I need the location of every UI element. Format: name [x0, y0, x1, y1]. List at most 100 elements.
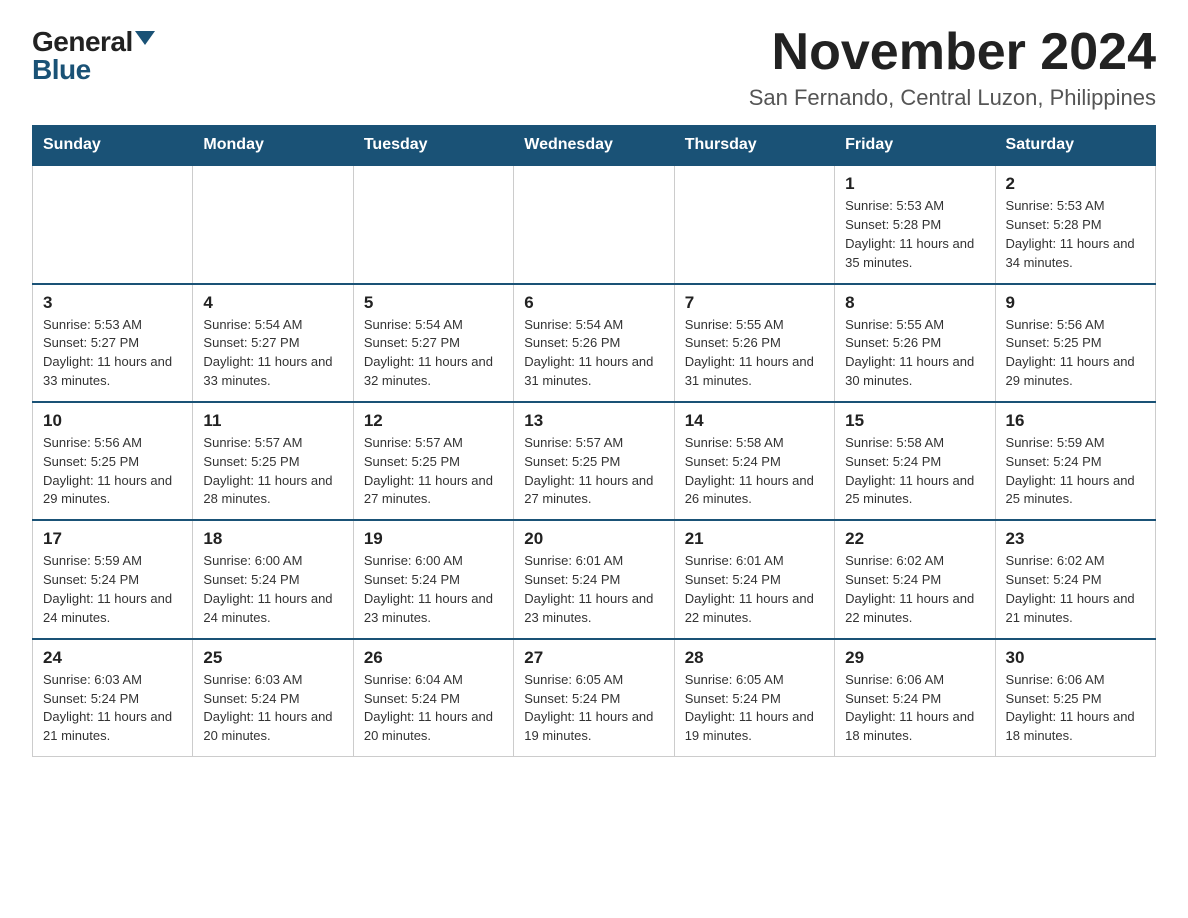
calendar-header-row: SundayMondayTuesdayWednesdayThursdayFrid…	[33, 126, 1156, 166]
calendar-header-sunday: Sunday	[33, 126, 193, 166]
day-info: Sunrise: 6:06 AM Sunset: 5:24 PM Dayligh…	[845, 671, 984, 746]
day-number: 24	[43, 648, 182, 668]
calendar-cell: 4 Sunrise: 5:54 AM Sunset: 5:27 PM Daylig…	[193, 284, 353, 402]
calendar-header-monday: Monday	[193, 126, 353, 166]
day-info: Sunrise: 6:01 AM Sunset: 5:24 PM Dayligh…	[685, 552, 824, 627]
calendar-cell: 30Sunrise: 6:06 AM Sunset: 5:25 PM Dayli…	[995, 639, 1155, 757]
calendar-cell: 16 Sunrise: 5:59 AM Sunset: 5:24 PM Dayli…	[995, 402, 1155, 520]
day-info: Sunrise: 6:03 AM Sunset: 5:24 PM Dayligh…	[43, 671, 182, 746]
day-info: Sunrise: 5:58 AM Sunset: 5:24 PM Dayligh…	[685, 434, 824, 509]
day-info: Sunrise: 6:04 AM Sunset: 5:24 PM Dayligh…	[364, 671, 503, 746]
day-info: Sunrise: 5:54 AM Sunset: 5:27 PM Dayligh…	[203, 316, 342, 391]
calendar-cell: 6 Sunrise: 5:54 AM Sunset: 5:26 PM Daylig…	[514, 284, 674, 402]
day-info: Sunrise: 6:05 AM Sunset: 5:24 PM Dayligh…	[524, 671, 663, 746]
day-info: Sunrise: 5:56 AM Sunset: 5:25 PM Dayligh…	[43, 434, 182, 509]
calendar-cell: 11Sunrise: 5:57 AM Sunset: 5:25 PM Dayli…	[193, 402, 353, 520]
calendar-week-row: 3Sunrise: 5:53 AM Sunset: 5:27 PM Daylig…	[33, 284, 1156, 402]
day-number: 5	[364, 293, 503, 313]
day-number: 28	[685, 648, 824, 668]
day-info: Sunrise: 5:56 AM Sunset: 5:25 PM Dayligh…	[1006, 316, 1145, 391]
calendar-cell: 13Sunrise: 5:57 AM Sunset: 5:25 PM Dayli…	[514, 402, 674, 520]
day-number: 29	[845, 648, 984, 668]
day-info: Sunrise: 5:54 AM Sunset: 5:27 PM Dayligh…	[364, 316, 503, 391]
calendar-cell: 9 Sunrise: 5:56 AM Sunset: 5:25 PM Daylig…	[995, 284, 1155, 402]
day-info: Sunrise: 5:59 AM Sunset: 5:24 PM Dayligh…	[43, 552, 182, 627]
month-title: November 2024	[749, 24, 1156, 81]
calendar-cell: 29 Sunrise: 6:06 AM Sunset: 5:24 PM Dayli…	[835, 639, 995, 757]
day-number: 15	[845, 411, 984, 431]
day-number: 30	[1006, 648, 1145, 668]
calendar-cell: 10 Sunrise: 5:56 AM Sunset: 5:25 PM Dayli…	[33, 402, 193, 520]
calendar-header-thursday: Thursday	[674, 126, 834, 166]
calendar-cell: 15 Sunrise: 5:58 AM Sunset: 5:24 PM Dayli…	[835, 402, 995, 520]
calendar-cell: 22Sunrise: 6:02 AM Sunset: 5:24 PM Dayli…	[835, 520, 995, 638]
day-number: 26	[364, 648, 503, 668]
day-number: 8	[845, 293, 984, 313]
calendar-week-row: 10 Sunrise: 5:56 AM Sunset: 5:25 PM Dayli…	[33, 402, 1156, 520]
day-number: 27	[524, 648, 663, 668]
day-info: Sunrise: 6:01 AM Sunset: 5:24 PM Dayligh…	[524, 552, 663, 627]
calendar-cell: 26 Sunrise: 6:04 AM Sunset: 5:24 PM Dayli…	[353, 639, 513, 757]
day-info: Sunrise: 5:55 AM Sunset: 5:26 PM Dayligh…	[685, 316, 824, 391]
day-number: 4	[203, 293, 342, 313]
day-number: 20	[524, 529, 663, 549]
day-info: Sunrise: 5:57 AM Sunset: 5:25 PM Dayligh…	[364, 434, 503, 509]
calendar-cell	[193, 165, 353, 283]
day-number: 11	[203, 411, 342, 431]
calendar-header-saturday: Saturday	[995, 126, 1155, 166]
calendar-cell: 5 Sunrise: 5:54 AM Sunset: 5:27 PM Daylig…	[353, 284, 513, 402]
calendar-cell: 23Sunrise: 6:02 AM Sunset: 5:24 PM Dayli…	[995, 520, 1155, 638]
day-info: Sunrise: 5:58 AM Sunset: 5:24 PM Dayligh…	[845, 434, 984, 509]
calendar-header-friday: Friday	[835, 126, 995, 166]
calendar-week-row: 17Sunrise: 5:59 AM Sunset: 5:24 PM Dayli…	[33, 520, 1156, 638]
day-info: Sunrise: 6:00 AM Sunset: 5:24 PM Dayligh…	[203, 552, 342, 627]
day-number: 14	[685, 411, 824, 431]
calendar-cell: 19 Sunrise: 6:00 AM Sunset: 5:24 PM Dayli…	[353, 520, 513, 638]
calendar-cell: 21 Sunrise: 6:01 AM Sunset: 5:24 PM Dayli…	[674, 520, 834, 638]
day-number: 2	[1006, 174, 1145, 194]
calendar-header-wednesday: Wednesday	[514, 126, 674, 166]
day-number: 22	[845, 529, 984, 549]
calendar-cell: 8 Sunrise: 5:55 AM Sunset: 5:26 PM Daylig…	[835, 284, 995, 402]
day-number: 16	[1006, 411, 1145, 431]
calendar-week-row: 1 Sunrise: 5:53 AM Sunset: 5:28 PM Daylig…	[33, 165, 1156, 283]
day-info: Sunrise: 5:59 AM Sunset: 5:24 PM Dayligh…	[1006, 434, 1145, 509]
day-number: 1	[845, 174, 984, 194]
day-number: 21	[685, 529, 824, 549]
calendar-cell: 1 Sunrise: 5:53 AM Sunset: 5:28 PM Daylig…	[835, 165, 995, 283]
calendar-cell: 2 Sunrise: 5:53 AM Sunset: 5:28 PM Daylig…	[995, 165, 1155, 283]
day-number: 10	[43, 411, 182, 431]
day-info: Sunrise: 5:53 AM Sunset: 5:27 PM Dayligh…	[43, 316, 182, 391]
location-title: San Fernando, Central Luzon, Philippines	[749, 85, 1156, 111]
calendar-week-row: 24 Sunrise: 6:03 AM Sunset: 5:24 PM Dayli…	[33, 639, 1156, 757]
day-info: Sunrise: 5:53 AM Sunset: 5:28 PM Dayligh…	[845, 197, 984, 272]
calendar-cell	[514, 165, 674, 283]
day-number: 7	[685, 293, 824, 313]
calendar-cell: 17Sunrise: 5:59 AM Sunset: 5:24 PM Dayli…	[33, 520, 193, 638]
day-number: 9	[1006, 293, 1145, 313]
calendar-cell: 27 Sunrise: 6:05 AM Sunset: 5:24 PM Dayli…	[514, 639, 674, 757]
day-info: Sunrise: 5:55 AM Sunset: 5:26 PM Dayligh…	[845, 316, 984, 391]
day-info: Sunrise: 6:02 AM Sunset: 5:24 PM Dayligh…	[1006, 552, 1145, 627]
calendar-cell: 20 Sunrise: 6:01 AM Sunset: 5:24 PM Dayli…	[514, 520, 674, 638]
logo-blue-text: Blue	[32, 56, 91, 84]
calendar-cell: 7 Sunrise: 5:55 AM Sunset: 5:26 PM Daylig…	[674, 284, 834, 402]
day-number: 12	[364, 411, 503, 431]
calendar-cell	[33, 165, 193, 283]
logo-triangle-icon	[135, 31, 155, 45]
calendar-cell	[674, 165, 834, 283]
calendar-cell: 12 Sunrise: 5:57 AM Sunset: 5:25 PM Dayli…	[353, 402, 513, 520]
day-number: 19	[364, 529, 503, 549]
logo: General Blue	[32, 28, 155, 84]
day-number: 6	[524, 293, 663, 313]
calendar-cell: 25Sunrise: 6:03 AM Sunset: 5:24 PM Dayli…	[193, 639, 353, 757]
day-info: Sunrise: 5:53 AM Sunset: 5:28 PM Dayligh…	[1006, 197, 1145, 272]
day-info: Sunrise: 5:54 AM Sunset: 5:26 PM Dayligh…	[524, 316, 663, 391]
day-number: 13	[524, 411, 663, 431]
calendar-header-tuesday: Tuesday	[353, 126, 513, 166]
calendar-cell: 3Sunrise: 5:53 AM Sunset: 5:27 PM Daylig…	[33, 284, 193, 402]
calendar-table: SundayMondayTuesdayWednesdayThursdayFrid…	[32, 125, 1156, 757]
calendar-cell: 24 Sunrise: 6:03 AM Sunset: 5:24 PM Dayli…	[33, 639, 193, 757]
day-info: Sunrise: 6:00 AM Sunset: 5:24 PM Dayligh…	[364, 552, 503, 627]
day-info: Sunrise: 6:03 AM Sunset: 5:24 PM Dayligh…	[203, 671, 342, 746]
